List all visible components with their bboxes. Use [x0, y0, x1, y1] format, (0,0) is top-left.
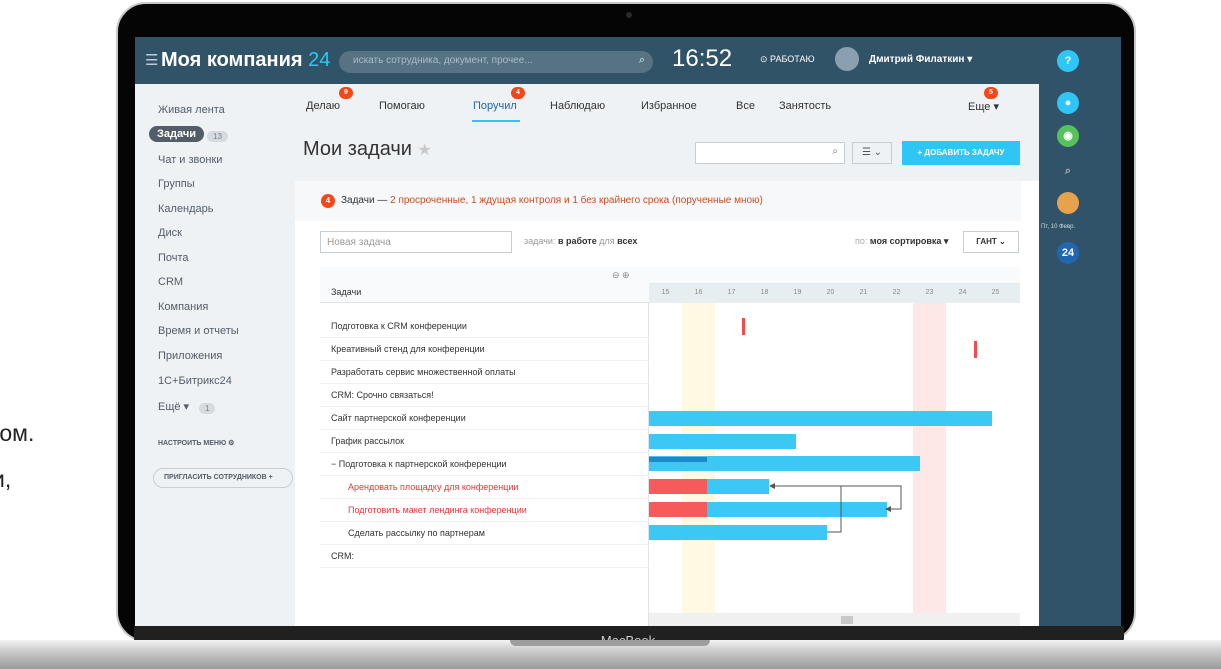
- filter-text: задачи: в работе для всех: [524, 236, 638, 246]
- tab-badge: 9: [339, 87, 353, 99]
- tab-watching[interactable]: Наблюдаю: [550, 100, 605, 112]
- alert-bar: 4 Задачи — 2 просроченные, 1 ждущая конт…: [295, 181, 1021, 221]
- star-icon[interactable]: ★: [418, 142, 432, 159]
- nav-item-more[interactable]: Ещё ▾: [158, 400, 189, 413]
- gear-icon: ⚙: [228, 440, 235, 447]
- task-row[interactable]: Подготовить макет лендинга конференции: [320, 499, 649, 522]
- filter-in-work[interactable]: в работе: [558, 236, 597, 246]
- task-list: Задачи ⊖ ⊕ Подготовка к CRM конференции …: [320, 267, 649, 626]
- gantt-grid: Задачи ⊖ ⊕ Подготовка к CRM конференции …: [320, 267, 1020, 626]
- tab-busy[interactable]: Занятость: [779, 100, 831, 112]
- top-header: ☰ Моя компания 24 искать сотрудника, док…: [135, 37, 1121, 84]
- contact-avatar[interactable]: [1057, 192, 1079, 214]
- view-options-button[interactable]: ☰ ⌄: [852, 142, 892, 164]
- collapse-icon[interactable]: −: [331, 459, 336, 469]
- bitrix24-icon[interactable]: 24: [1057, 242, 1079, 264]
- task-row[interactable]: CRM: Срочно связаться!: [320, 384, 649, 407]
- dependency-lines: [769, 483, 902, 533]
- task-row-parent[interactable]: − Подготовка к партнерской конференции: [320, 453, 649, 476]
- tab-more[interactable]: Еще ▾: [968, 100, 999, 113]
- task-row[interactable]: График рассылок: [320, 430, 649, 453]
- chat-icon[interactable]: ◉: [1057, 125, 1079, 147]
- search-icon: ⌕: [638, 54, 645, 66]
- zoom-icon[interactable]: ⊖ ⊕: [612, 270, 630, 281]
- horizontal-scrollbar[interactable]: [649, 613, 1020, 626]
- task-list-header: Задачи ⊖ ⊕: [320, 267, 649, 303]
- left-nav: Живая лента Задачи 13 Чат и звонки Групп…: [135, 84, 295, 626]
- nav-item-feed[interactable]: Живая лента: [158, 104, 225, 116]
- scroll-thumb[interactable]: [841, 616, 853, 624]
- notification-icon[interactable]: ●: [1057, 92, 1079, 114]
- tab-helping[interactable]: Помогаю: [379, 100, 425, 112]
- nav-item-mail[interactable]: Почта: [158, 252, 189, 264]
- task-row[interactable]: Подготовка к CRM конференции: [320, 315, 649, 338]
- date-label: Пт, 10 Февр.: [1041, 224, 1076, 230]
- right-sidebar: ? ● ◉ ⌕ Пт, 10 Февр. 24: [1039, 37, 1121, 626]
- filter-all[interactable]: всех: [617, 236, 637, 246]
- task-row[interactable]: Креативный стенд для конференции: [320, 338, 649, 361]
- avatar[interactable]: [835, 47, 859, 71]
- background-text: угом.: [0, 420, 35, 446]
- nav-item-tasks[interactable]: Задачи: [149, 126, 204, 142]
- main-area: Делаю 9 Помогаю Поручил 4 Наблюдаю Избра…: [295, 84, 1039, 626]
- tab-badge: 5: [984, 87, 998, 99]
- column-header: Задачи: [331, 287, 362, 297]
- tasks-count-badge: 13: [207, 131, 228, 142]
- page-title: Мои задачи ★: [303, 138, 432, 160]
- tab-favorites[interactable]: Избранное: [641, 100, 697, 112]
- task-row[interactable]: Сайт партнерской конференции: [320, 407, 649, 430]
- search-icon[interactable]: ⌕: [1057, 160, 1079, 182]
- new-task-input[interactable]: Новая задача: [320, 231, 512, 253]
- nav-item-crm[interactable]: CRM: [158, 276, 183, 288]
- clock: 16:52: [672, 45, 733, 72]
- filter-search-input[interactable]: ⌕: [695, 142, 845, 164]
- tab-doing[interactable]: Делаю: [306, 100, 340, 112]
- sort-control[interactable]: по: моя сортировка ▾: [855, 236, 948, 247]
- user-name[interactable]: Дмитрий Филаткин ▾: [869, 54, 972, 65]
- nav-item-1c[interactable]: 1С+Битрикс24: [158, 375, 232, 387]
- menu-icon[interactable]: ☰: [145, 51, 158, 69]
- search-icon: ⌕: [832, 146, 838, 157]
- nav-item-time[interactable]: Время и отчеты: [158, 325, 239, 337]
- gantt-chart: 15 16 17 18 19 20 21 22 23 24 25: [649, 267, 1020, 626]
- laptop-frame: ☰ Моя компания 24 искать сотрудника, док…: [116, 2, 1136, 648]
- nav-item-apps[interactable]: Приложения: [158, 350, 222, 362]
- tasks-panel: 4 Задачи — 2 просроченные, 1 ждущая конт…: [295, 181, 1039, 626]
- laptop-notch: [510, 640, 710, 646]
- task-row[interactable]: Разработать сервис множественной оплаты: [320, 361, 649, 384]
- configure-menu-button[interactable]: НАСТРОИТЬ МЕНЮ ⚙: [158, 439, 234, 447]
- tabs-bar: Делаю 9 Помогаю Поручил 4 Наблюдаю Избра…: [295, 84, 1039, 122]
- invite-button[interactable]: ПРИГЛАСИТЬ СОТРУДНИКОВ +: [153, 468, 293, 488]
- nav-item-groups[interactable]: Группы: [158, 178, 195, 190]
- task-row[interactable]: Арендовать площадку для конференции: [320, 476, 649, 499]
- help-icon[interactable]: ?: [1057, 50, 1079, 72]
- tab-badge: 4: [511, 87, 525, 99]
- nav-item-chat[interactable]: Чат и звонки: [158, 154, 222, 166]
- background-text: чи,: [0, 466, 12, 492]
- active-tab-underline: [472, 120, 520, 122]
- company-logo[interactable]: Моя компания 24: [161, 49, 330, 72]
- search-input[interactable]: искать сотрудника, документ, прочее... ⌕: [339, 51, 653, 73]
- add-task-button[interactable]: + ДОБАВИТЬ ЗАДАЧУ: [902, 141, 1020, 165]
- task-row[interactable]: CRM:: [320, 545, 649, 568]
- camera: [626, 12, 632, 18]
- nav-item-disk[interactable]: Диск: [158, 227, 182, 239]
- gantt-view-button[interactable]: ГАНТ ⌄: [963, 231, 1019, 253]
- task-row[interactable]: Сделать рассылку по партнерам: [320, 522, 649, 545]
- screen: ☰ Моя компания 24 искать сотрудника, док…: [135, 37, 1121, 626]
- alert-count-badge: 4: [321, 194, 335, 208]
- tab-assigned[interactable]: Поручил: [473, 100, 517, 112]
- more-count-badge: 1: [199, 403, 216, 414]
- nav-item-calendar[interactable]: Календарь: [158, 203, 214, 215]
- nav-item-company[interactable]: Компания: [158, 301, 208, 313]
- work-status[interactable]: ⊙ РАБОТАЮ: [760, 54, 815, 65]
- alert-link[interactable]: 2 просроченные, 1 ждущая контроля и 1 бе…: [390, 195, 763, 206]
- tab-all[interactable]: Все: [736, 100, 755, 112]
